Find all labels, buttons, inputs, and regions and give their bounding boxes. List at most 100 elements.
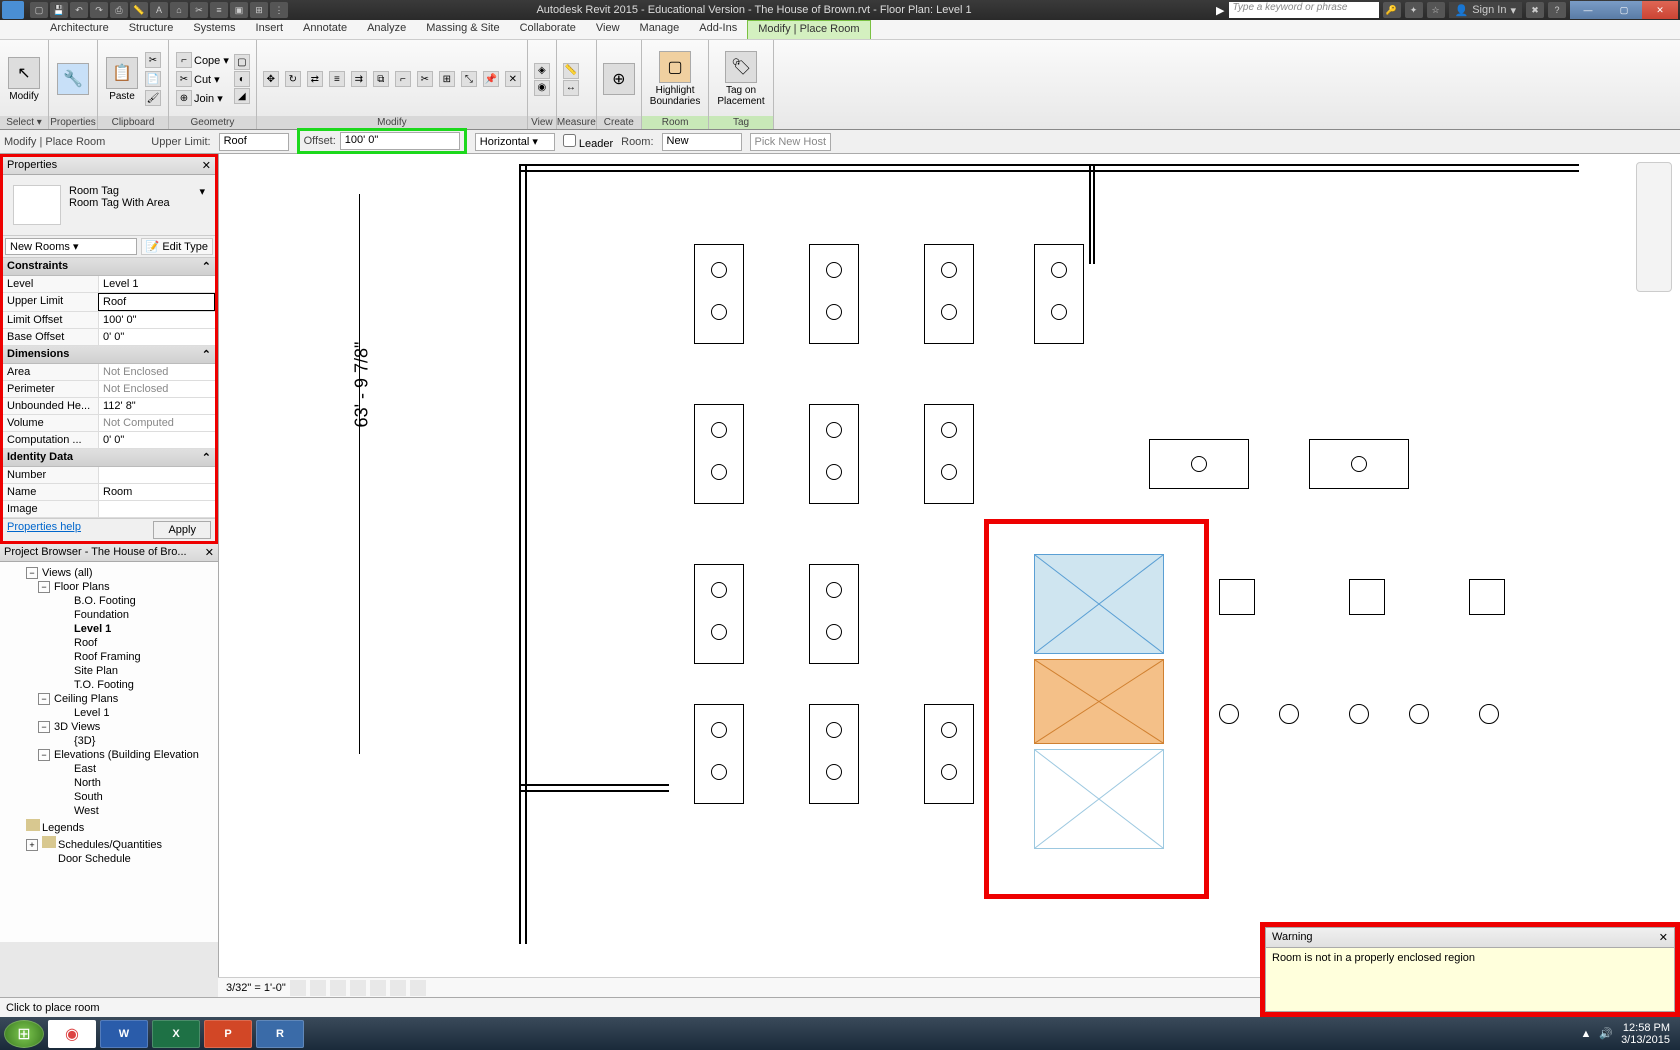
tab-modify-place-room[interactable]: Modify | Place Room	[747, 20, 870, 39]
exchange-apps-icon[interactable]: ✖	[1526, 2, 1544, 18]
tag-placement-button[interactable]: 🏷Tag on Placement	[715, 49, 766, 109]
split-icon[interactable]: ✂	[417, 71, 433, 87]
qat-switch-icon[interactable]: ⊞	[250, 2, 268, 18]
tab-analyze[interactable]: Analyze	[357, 20, 416, 39]
leader-checkbox[interactable]: Leader	[563, 134, 613, 150]
upper-limit-select[interactable]: Roof	[219, 133, 289, 151]
tab-systems[interactable]: Systems	[183, 20, 245, 39]
match-button[interactable]: 🖌	[144, 89, 162, 107]
cope-button[interactable]: ⌐Cope ▾	[175, 51, 230, 69]
qat-print-icon[interactable]: ⎙	[110, 2, 128, 18]
view-icon2[interactable]: ◉	[534, 80, 550, 96]
app-menu-icon[interactable]	[2, 1, 24, 19]
measure-icon[interactable]: 📏	[563, 63, 579, 79]
vc-hide-icon[interactable]	[390, 980, 406, 996]
prop-value[interactable]: Room	[98, 484, 215, 500]
vc-visual-style-icon[interactable]	[310, 980, 326, 996]
qat-section-icon[interactable]: ✂	[190, 2, 208, 18]
excel-icon[interactable]: X	[152, 1020, 200, 1048]
exchange-icon[interactable]: ✦	[1405, 2, 1423, 18]
view-icon1[interactable]: ◈	[534, 63, 550, 79]
qat-undo-icon[interactable]: ↶	[70, 2, 88, 18]
prop-value[interactable]: 100' 0"	[98, 312, 215, 328]
signin-button[interactable]: 👤Sign In▾	[1449, 2, 1522, 18]
scale-icon[interactable]: ⤡	[461, 71, 477, 87]
tab-manage[interactable]: Manage	[630, 20, 690, 39]
modify-button[interactable]: ↖Modify	[6, 55, 42, 104]
qat-redo-icon[interactable]: ↷	[90, 2, 108, 18]
tab-structure[interactable]: Structure	[119, 20, 184, 39]
tab-collaborate[interactable]: Collaborate	[510, 20, 586, 39]
offset-icon[interactable]: ⇉	[351, 71, 367, 87]
revit-icon[interactable]: R	[256, 1020, 304, 1048]
category-dimensions[interactable]: Dimensions⌃	[3, 346, 215, 364]
subscription-icon[interactable]: 🔑	[1383, 2, 1401, 18]
delete-icon[interactable]: ✕	[505, 71, 521, 87]
navigation-cube[interactable]	[1636, 162, 1672, 292]
tab-insert[interactable]: Insert	[246, 20, 294, 39]
favorite-icon[interactable]: ☆	[1427, 2, 1445, 18]
cut-button[interactable]: ✂	[144, 51, 162, 69]
array-icon[interactable]: ⊞	[439, 71, 455, 87]
chrome-icon[interactable]: ◉	[48, 1020, 96, 1048]
browser-close-icon[interactable]: ✕	[205, 546, 214, 559]
vc-crop-icon[interactable]	[370, 980, 386, 996]
cut-geom-button[interactable]: ✂Cut ▾	[175, 70, 230, 88]
prop-value[interactable]: 0' 0"	[98, 329, 215, 345]
create-icon[interactable]: ⊕	[603, 63, 635, 95]
maximize-button[interactable]: ▢	[1606, 1, 1642, 19]
vc-shadows-icon[interactable]	[350, 980, 366, 996]
qat-close-windows-icon[interactable]: ▣	[230, 2, 248, 18]
prop-value[interactable]: 0' 0"	[98, 432, 215, 448]
room-select[interactable]: New	[662, 133, 742, 151]
dim-icon[interactable]: ↔	[563, 80, 579, 96]
scale-label[interactable]: 3/32" = 1'-0"	[226, 982, 286, 994]
type-selector[interactable]: Room Tag Room Tag With Area ▾	[3, 175, 215, 236]
prop-value[interactable]: Level 1	[98, 276, 215, 292]
prop-value[interactable]: 112' 8"	[98, 398, 215, 414]
pick-new-host-button[interactable]: Pick New Host	[750, 133, 832, 151]
category-identity[interactable]: Identity Data⌃	[3, 449, 215, 467]
move-icon[interactable]: ✥	[263, 71, 279, 87]
pin-icon[interactable]: 📌	[483, 71, 499, 87]
apply-button[interactable]: Apply	[153, 521, 211, 539]
qat-save-icon[interactable]: 💾	[50, 2, 68, 18]
qat-dropdown-icon[interactable]: ⋮	[270, 2, 288, 18]
qat-thin-lines-icon[interactable]: ≡	[210, 2, 228, 18]
filter-select[interactable]: New Rooms ▾	[5, 238, 137, 255]
paste-button[interactable]: 📋Paste	[104, 55, 140, 104]
prop-value[interactable]: Roof	[98, 293, 215, 311]
vc-sun-icon[interactable]	[330, 980, 346, 996]
orientation-select[interactable]: Horizontal ▾	[475, 133, 555, 151]
geom-icon1[interactable]: ▢	[234, 54, 250, 70]
drawing-canvas[interactable]: 63' - 9 7/8"	[218, 154, 1680, 1029]
join-button[interactable]: ⊕Join ▾	[175, 89, 230, 107]
tab-view[interactable]: View	[586, 20, 630, 39]
edit-type-button[interactable]: 📝 Edit Type	[141, 238, 213, 255]
browser-tree[interactable]: −Views (all) −Floor Plans B.O. Footing F…	[0, 562, 218, 942]
geom-icon2[interactable]: ◐	[234, 71, 250, 87]
minimize-button[interactable]: —	[1570, 1, 1606, 19]
start-button[interactable]: ⊞	[4, 1020, 44, 1048]
prop-value[interactable]	[98, 467, 215, 483]
close-button[interactable]: ✕	[1642, 1, 1678, 19]
search-input[interactable]: Type a keyword or phrase	[1229, 2, 1379, 18]
copy-button[interactable]: 📄	[144, 70, 162, 88]
tab-addins[interactable]: Add-Ins	[689, 20, 747, 39]
properties-button[interactable]: 🔧	[55, 61, 91, 97]
tray-sound-icon[interactable]: 🔊	[1599, 1027, 1613, 1040]
qat-measure-icon[interactable]: 📏	[130, 2, 148, 18]
rotate-icon[interactable]: ↻	[285, 71, 301, 87]
help-icon[interactable]: ?	[1548, 2, 1566, 18]
tab-massing[interactable]: Massing & Site	[416, 20, 509, 39]
highlight-boundaries-button[interactable]: ▢Highlight Boundaries	[648, 49, 703, 109]
trim-icon[interactable]: ⌐	[395, 71, 411, 87]
tray-up-icon[interactable]: ▲	[1580, 1028, 1591, 1040]
category-constraints[interactable]: Constraints⌃	[3, 258, 215, 276]
copy-modify-icon[interactable]: ⧉	[373, 71, 389, 87]
vc-reveal-icon[interactable]	[410, 980, 426, 996]
warning-close-icon[interactable]: ✕	[1659, 931, 1668, 944]
vc-detail-icon[interactable]	[290, 980, 306, 996]
qat-open-icon[interactable]: ▢	[30, 2, 48, 18]
powerpoint-icon[interactable]: P	[204, 1020, 252, 1048]
